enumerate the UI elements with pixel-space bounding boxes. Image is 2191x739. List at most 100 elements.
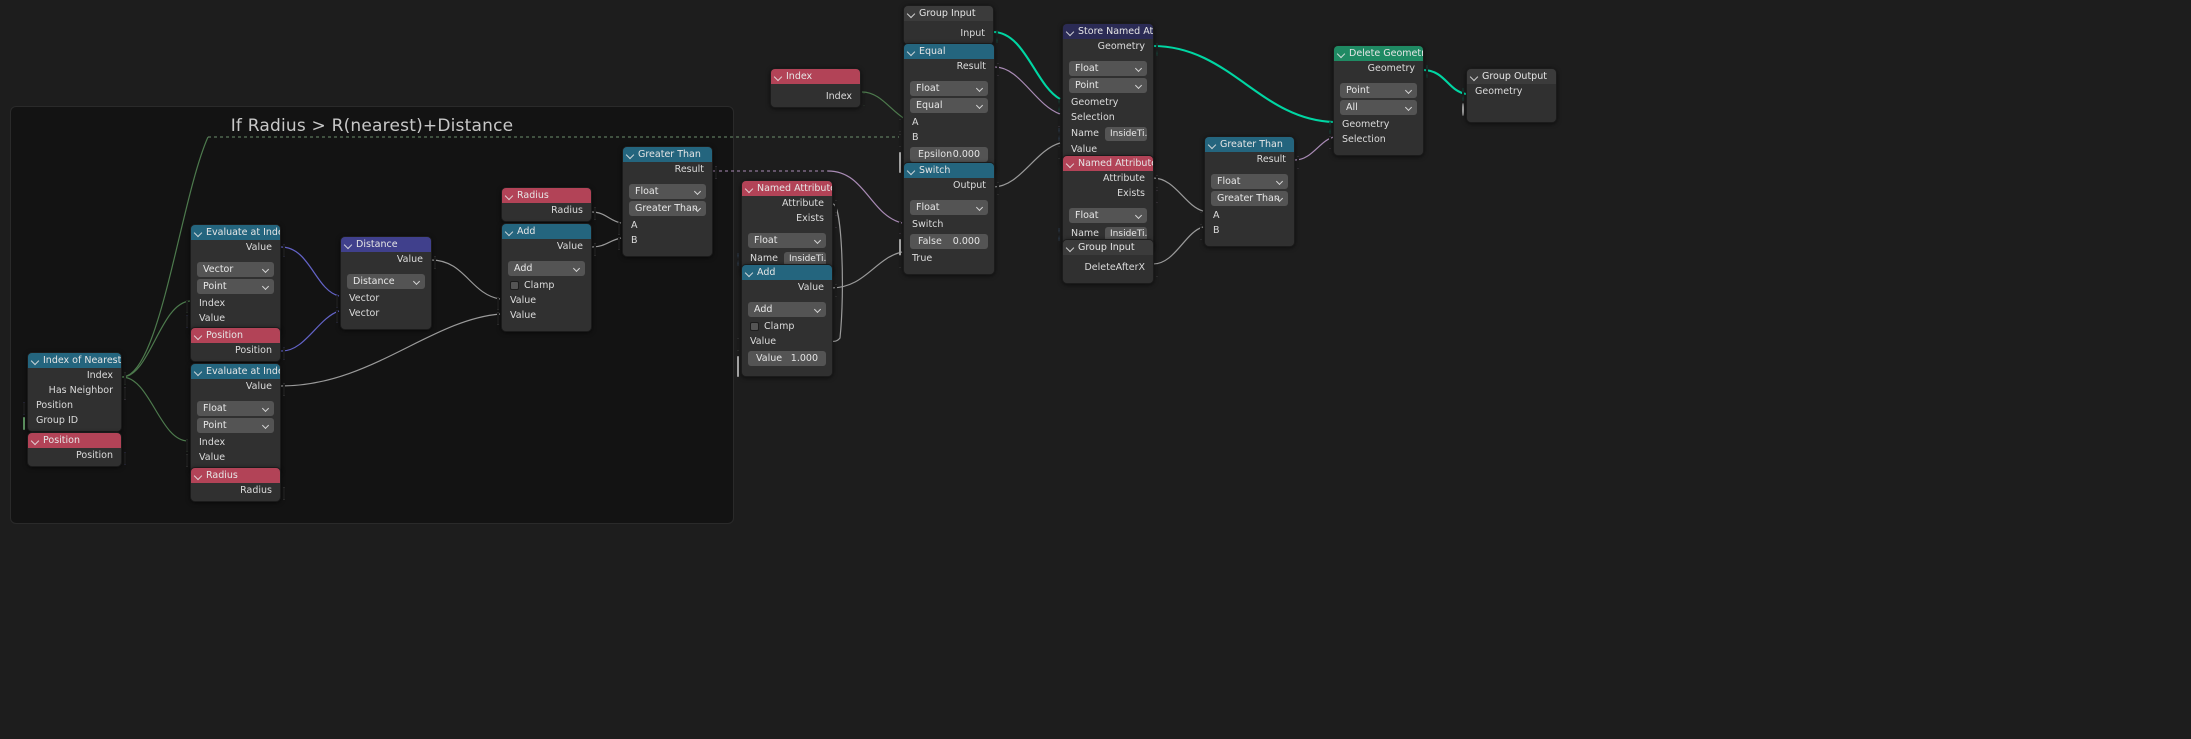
socket-a[interactable] xyxy=(618,221,627,235)
node-store-named-attribute[interactable]: Store Named Attribute Geometry Float Poi… xyxy=(1058,23,1158,166)
input-socket-row[interactable]: Value xyxy=(497,308,591,325)
epsilon-widget[interactable]: Epsilon 0.000 xyxy=(910,147,988,162)
name-input[interactable]: InsideTi... xyxy=(1105,126,1147,141)
node-equal[interactable]: Equal Result Float Equal A B Epsilon 0.0… xyxy=(899,43,999,173)
collapse-chevron-icon[interactable] xyxy=(626,150,635,159)
node-delete-geometry[interactable]: Delete Geometry Geometry Point All Geome… xyxy=(1329,45,1428,156)
input-socket-row[interactable]: True xyxy=(899,251,994,268)
domain-dropdown[interactable]: Point xyxy=(1340,83,1417,98)
socket-result[interactable] xyxy=(990,62,999,76)
collapse-chevron-icon[interactable] xyxy=(194,367,203,376)
output-socket-row[interactable]: Attribute xyxy=(1063,171,1158,188)
collapse-chevron-icon[interactable] xyxy=(1208,140,1217,149)
socket-add-new[interactable] xyxy=(1462,102,1471,116)
collapse-chevron-icon[interactable] xyxy=(745,268,754,277)
input-socket-row[interactable]: Value xyxy=(186,311,280,328)
collapse-chevron-icon[interactable] xyxy=(1066,243,1075,252)
node-named-attribute-mid[interactable]: Named Attribute Attribute Exists Float N… xyxy=(737,180,837,276)
socket-geometry[interactable] xyxy=(1329,120,1338,134)
value-number[interactable]: 1.000 xyxy=(791,351,818,366)
input-socket-row[interactable]: Index xyxy=(186,296,280,313)
socket-has-neighbor[interactable] xyxy=(117,386,126,400)
output-socket-row[interactable]: Value xyxy=(742,280,837,297)
collapse-chevron-icon[interactable] xyxy=(745,184,754,193)
false-widget[interactable]: False 0.000 xyxy=(910,234,988,249)
socket-value[interactable] xyxy=(828,283,837,297)
socket-vector-b[interactable] xyxy=(336,309,345,323)
epsilon-number[interactable]: 0.000 xyxy=(953,147,980,162)
input-socket-row[interactable]: Value xyxy=(737,334,832,351)
collapse-chevron-icon[interactable] xyxy=(1337,49,1346,58)
node-position-a[interactable]: Position Position xyxy=(27,432,126,467)
input-socket-row[interactable]: Selection xyxy=(1329,132,1423,149)
data-type-dropdown[interactable]: Float xyxy=(910,200,988,215)
socket-epsilon[interactable] xyxy=(899,152,908,173)
collapse-chevron-icon[interactable] xyxy=(907,9,916,18)
node-header[interactable]: Delete Geometry xyxy=(1334,46,1423,61)
output-socket-row[interactable]: Position xyxy=(28,448,126,465)
socket-attribute[interactable] xyxy=(1149,174,1158,188)
collapse-chevron-icon[interactable] xyxy=(1066,159,1075,168)
node-header[interactable]: Equal xyxy=(904,44,994,59)
node-header[interactable]: Group Output xyxy=(1467,69,1556,84)
socket-name[interactable] xyxy=(737,253,746,266)
node-group-input-right[interactable]: Group Input DeleteAfterX xyxy=(1062,239,1158,284)
socket-input[interactable] xyxy=(989,29,998,43)
node-editor-canvas[interactable]: If Radius > R(nearest)+Distance Index of… xyxy=(0,0,2191,739)
socket-index[interactable] xyxy=(117,371,126,385)
clamp-checkbox-row[interactable]: Clamp xyxy=(742,319,832,334)
collapse-chevron-icon[interactable] xyxy=(774,72,783,81)
socket-value-a[interactable] xyxy=(737,337,746,351)
input-socket-row[interactable]: A xyxy=(899,115,994,132)
data-type-dropdown[interactable]: Float xyxy=(748,233,826,248)
socket-b[interactable] xyxy=(1200,226,1209,240)
socket-switch[interactable] xyxy=(899,220,908,234)
collapse-chevron-icon[interactable] xyxy=(194,228,203,237)
node-header[interactable]: Store Named Attribute xyxy=(1063,24,1153,39)
node-evaluate-at-index-float[interactable]: Evaluate at Index Value Float Point Inde… xyxy=(186,363,285,474)
data-type-dropdown[interactable]: Float xyxy=(1069,61,1147,76)
extra-socket-row[interactable] xyxy=(1462,99,1556,116)
operation-dropdown[interactable]: Add xyxy=(748,302,826,317)
collapse-chevron-icon[interactable] xyxy=(194,331,203,340)
input-socket-row[interactable]: Value xyxy=(497,293,591,310)
input-socket-row[interactable]: B xyxy=(618,233,712,250)
node-header[interactable]: Greater Than xyxy=(1205,137,1294,152)
socket-value[interactable] xyxy=(276,243,285,257)
node-header[interactable]: Named Attribute xyxy=(1063,156,1153,171)
socket-value[interactable] xyxy=(1058,145,1067,159)
output-socket-row[interactable]: Radius xyxy=(502,203,596,220)
socket-selection[interactable] xyxy=(1058,113,1067,127)
data-type-dropdown[interactable]: Float xyxy=(1211,174,1288,189)
input-socket-row[interactable]: Selection xyxy=(1058,110,1153,127)
input-socket-row[interactable]: Geometry xyxy=(1329,117,1423,134)
node-header[interactable]: Index xyxy=(771,69,860,84)
socket-value-b[interactable] xyxy=(737,356,746,377)
collapse-chevron-icon[interactable] xyxy=(907,47,916,56)
mode-dropdown[interactable]: All xyxy=(1340,100,1417,115)
output-socket-row[interactable]: Value xyxy=(191,240,285,257)
socket-b[interactable] xyxy=(618,236,627,250)
output-socket-row[interactable]: Exists xyxy=(1063,186,1158,203)
node-header[interactable]: Position xyxy=(28,433,121,448)
node-header[interactable]: Evaluate at Index xyxy=(191,225,280,240)
output-socket-row[interactable]: DeleteAfterX xyxy=(1063,260,1158,277)
input-socket-row[interactable]: Index xyxy=(186,435,280,452)
name-field-row[interactable]: Name InsideTi... xyxy=(1058,125,1153,142)
domain-dropdown[interactable]: Point xyxy=(197,418,274,433)
output-socket-row[interactable]: Index xyxy=(28,368,126,385)
output-socket-row[interactable]: Has Neighbor xyxy=(28,383,126,400)
socket-exists[interactable] xyxy=(1149,189,1158,203)
input-socket-row[interactable]: Position xyxy=(23,398,121,415)
input-socket-row[interactable]: Vector xyxy=(336,291,431,308)
output-socket-row[interactable]: Attribute xyxy=(742,196,837,213)
collapse-chevron-icon[interactable] xyxy=(1066,27,1075,36)
node-group-input-top[interactable]: Group Input Input xyxy=(903,5,998,45)
socket-delete-after-x[interactable] xyxy=(1149,263,1158,277)
socket-index[interactable] xyxy=(186,438,195,452)
socket-value-b[interactable] xyxy=(497,311,506,325)
socket-radius[interactable] xyxy=(276,486,285,500)
operation-dropdown[interactable]: Greater Than xyxy=(1211,191,1288,206)
output-socket-row[interactable]: Geometry xyxy=(1063,39,1158,56)
operation-dropdown[interactable]: Distance xyxy=(347,274,425,289)
